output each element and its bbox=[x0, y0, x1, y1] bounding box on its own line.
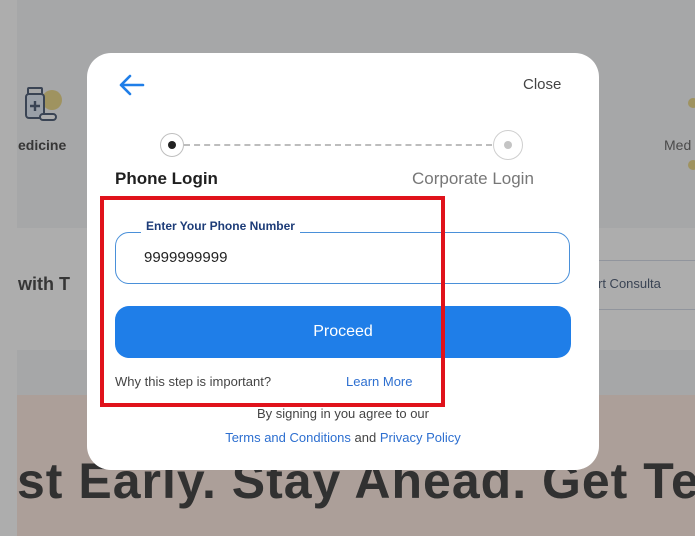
sign-in-agreement-text: By signing in you agree to our bbox=[257, 406, 429, 421]
step-progress-line bbox=[184, 144, 492, 146]
why-step-text: Why this step is important? bbox=[115, 374, 272, 389]
close-button[interactable]: Close bbox=[523, 76, 561, 93]
and-text: and bbox=[354, 430, 377, 445]
tab-phone-login[interactable]: Phone Login bbox=[115, 169, 218, 189]
proceed-button[interactable]: Proceed bbox=[115, 306, 571, 358]
terms-link[interactable]: Terms and Conditions bbox=[225, 430, 351, 445]
phone-field-label: Enter Your Phone Number bbox=[141, 219, 300, 233]
learn-more-link[interactable]: Learn More bbox=[346, 374, 412, 389]
step-inactive-dot bbox=[504, 141, 512, 149]
tab-corporate-login[interactable]: Corporate Login bbox=[412, 169, 534, 189]
step-indicator-active bbox=[160, 133, 184, 157]
back-arrow-icon[interactable] bbox=[117, 73, 145, 97]
privacy-link[interactable]: Privacy Policy bbox=[380, 430, 461, 445]
terms-line: Terms and Conditions and Privacy Policy bbox=[87, 430, 599, 445]
phone-number-input[interactable] bbox=[144, 246, 544, 268]
step-indicator-inactive bbox=[493, 130, 523, 160]
step-active-dot bbox=[168, 141, 176, 149]
